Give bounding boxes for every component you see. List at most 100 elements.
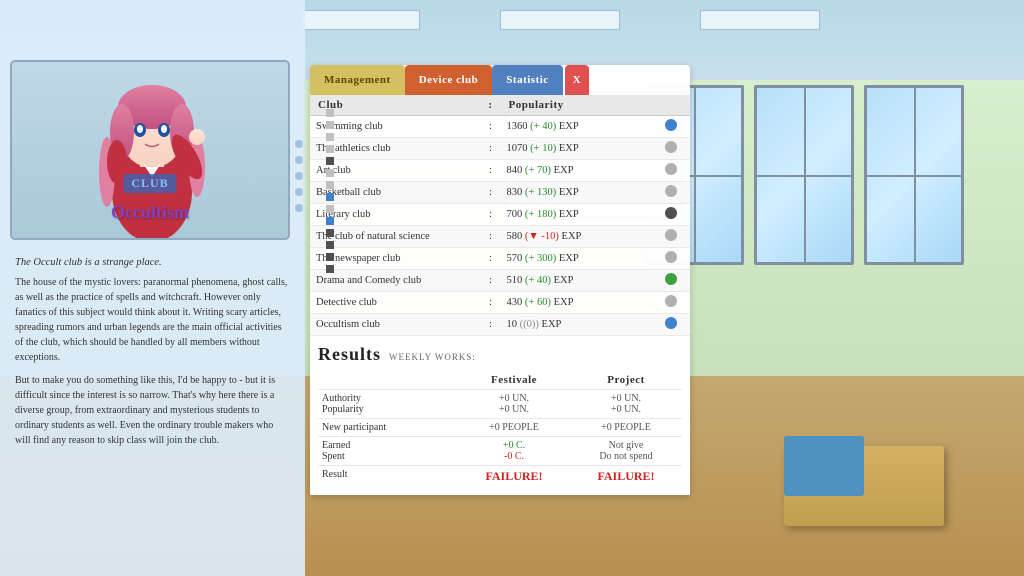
club-label: CLUB [123, 174, 176, 193]
results-col-festivale: Festivale [458, 371, 570, 389]
nav-dots [295, 140, 303, 212]
results-festivale-authority: +0 UN.+0 UN. [458, 389, 570, 418]
nav-dot-5[interactable] [295, 204, 303, 212]
club-popularity: 840 (+ 70) EXP [501, 160, 653, 182]
results-title: Results [318, 344, 381, 365]
results-project-participant: +0 PEOPLE [570, 418, 682, 436]
nav-dot-4[interactable] [295, 188, 303, 196]
club-action[interactable] [652, 248, 690, 270]
th-club: Club [310, 95, 480, 116]
ceiling-light-2 [500, 10, 620, 30]
nav-dot-1[interactable] [295, 140, 303, 148]
description-line1: The Occult club is a strange place. [15, 255, 290, 271]
left-panel: CLUB Occultism The Occult club is a stra… [0, 0, 305, 576]
stats-table: Club : Popularity Swimming club : 1360 (… [310, 95, 690, 336]
club-action[interactable] [652, 160, 690, 182]
chair [784, 436, 864, 496]
results-label-participant: New participant [318, 418, 458, 436]
club-action[interactable] [652, 270, 690, 292]
club-popularity: 1070 (+ 10) EXP [501, 138, 653, 160]
tab-device-club[interactable]: Device club [405, 65, 493, 95]
club-name: The athletics club [310, 138, 480, 160]
row-sep: : [480, 226, 500, 248]
nav-dot-3[interactable] [295, 172, 303, 180]
right-panel-markers [326, 108, 334, 274]
tab-statistic[interactable]: Statistic [492, 65, 562, 95]
results-grid: Festivale Project AuthorityPopularity +0… [318, 371, 682, 487]
marker-10 [326, 217, 334, 225]
club-popularity: 510 (+ 40) EXP [501, 270, 653, 292]
row-sep: : [480, 270, 500, 292]
marker-7 [326, 181, 334, 189]
club-action[interactable] [652, 204, 690, 226]
th-popularity: Popularity [501, 95, 653, 116]
window-3 [864, 85, 964, 265]
club-action[interactable] [652, 116, 690, 138]
results-festivale-earned: +0 C. -0 C. [458, 436, 570, 465]
nav-dot-2[interactable] [295, 156, 303, 164]
club-name: Basketball club [310, 182, 480, 204]
results-col-project: Project [570, 371, 682, 389]
club-action[interactable] [652, 226, 690, 248]
marker-9 [326, 205, 334, 213]
row-sep: : [480, 248, 500, 270]
row-sep: : [480, 204, 500, 226]
table-row: Detective club : 430 (+ 60) EXP [310, 292, 690, 314]
club-popularity: 10 ((0)) EXP [501, 314, 653, 336]
results-subtitle: Weekly works: [389, 352, 476, 362]
club-popularity: 830 (+ 130) EXP [501, 182, 653, 204]
results-project-authority: +0 UN.+0 UN. [570, 389, 682, 418]
marker-1 [326, 109, 334, 117]
character-area: CLUB Occultism [10, 60, 290, 240]
results-project-earned: Not giveDo not spend [570, 436, 682, 465]
club-popularity: 580 (▼ -10) EXP [501, 226, 653, 248]
results-label-result: Result [318, 465, 458, 487]
table-row: Literary club : 700 (+ 180) EXP [310, 204, 690, 226]
row-sep: : [480, 138, 500, 160]
table-row: The athletics club : 1070 (+ 10) EXP [310, 138, 690, 160]
row-sep: : [480, 182, 500, 204]
marker-6 [326, 169, 334, 177]
club-popularity: 430 (+ 60) EXP [501, 292, 653, 314]
club-name: Art club [310, 160, 480, 182]
club-action[interactable] [652, 138, 690, 160]
club-name: The club of natural science [310, 226, 480, 248]
windows-area [644, 85, 964, 265]
results-label-authority: AuthorityPopularity [318, 389, 458, 418]
marker-3 [326, 133, 334, 141]
club-popularity: 1360 (+ 40) EXP [501, 116, 653, 138]
marker-8 [326, 193, 334, 201]
tab-close[interactable]: X [565, 65, 589, 95]
th-action [652, 95, 690, 116]
club-name: Detective club [310, 292, 480, 314]
club-popularity: 570 (+ 300) EXP [501, 248, 653, 270]
marker-14 [326, 265, 334, 273]
table-row: The club of natural science : 580 (▼ -10… [310, 226, 690, 248]
club-name: Occultism club [310, 314, 480, 336]
window-2 [754, 85, 854, 265]
row-sep: : [480, 116, 500, 138]
marker-11 [326, 229, 334, 237]
club-name: The newspaper club [310, 248, 480, 270]
club-action[interactable] [652, 292, 690, 314]
ceiling-light-3 [700, 10, 820, 30]
club-action[interactable] [652, 182, 690, 204]
ceiling-light-1 [300, 10, 420, 30]
club-popularity: 700 (+ 180) EXP [501, 204, 653, 226]
results-festivale-participant: +0 PEOPLE [458, 418, 570, 436]
results-col-label [318, 371, 458, 389]
table-row: Basketball club : 830 (+ 130) EXP [310, 182, 690, 204]
marker-2 [326, 121, 334, 129]
tab-management[interactable]: Management [310, 65, 405, 95]
results-festivale-result: FAILURE! [458, 465, 570, 487]
table-row: Art club : 840 (+ 70) EXP [310, 160, 690, 182]
club-action[interactable] [652, 314, 690, 336]
description-area: The Occult club is a strange place. The … [15, 255, 290, 448]
row-sep: : [480, 160, 500, 182]
description-line2: The house of the mystic lovers: paranorm… [15, 275, 290, 365]
tab-bar: Management Device club Statistic X [310, 65, 690, 95]
table-row: Occultism club : 10 ((0)) EXP [310, 314, 690, 336]
description-line3: But to make you do something like this, … [15, 373, 290, 448]
results-section: Results Weekly works: Festivale Project … [310, 336, 690, 495]
table-row: Drama and Comedy club : 510 (+ 40) EXP [310, 270, 690, 292]
